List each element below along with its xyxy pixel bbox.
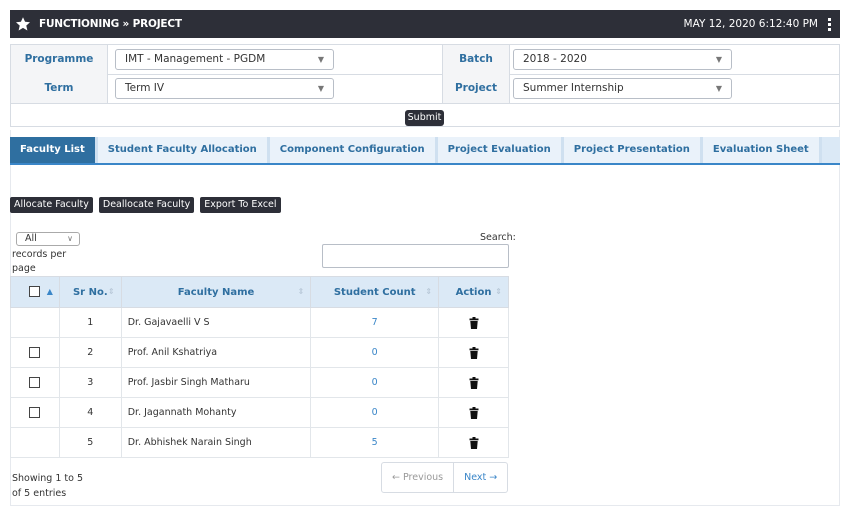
action-cell: [438, 337, 509, 368]
faculty-name-cell: Dr. Abhishek Narain Singh: [120, 427, 312, 458]
records-per-page-select[interactable]: All ∨: [16, 232, 80, 246]
row-select-cell: [10, 367, 60, 398]
pagination: ← Previous Next →: [381, 462, 509, 493]
student-count-link[interactable]: 0: [310, 397, 440, 428]
faculty-table: ▲ Sr No. ⇕ Faculty Name ⇕ Student Count ⇕ A…: [10, 276, 509, 458]
table-row: 4 Dr. Jagannath Mohanty 0: [10, 397, 509, 428]
table-info-text: Showing 1 to 5 of 5 entries: [12, 473, 84, 499]
row-select-cell: [10, 427, 60, 458]
chevron-down-icon: ∨: [67, 234, 73, 243]
deallocate-faculty-button[interactable]: Deallocate Faculty: [98, 197, 195, 213]
project-label: Project: [443, 74, 509, 103]
kebab-menu-icon[interactable]: [822, 15, 836, 33]
page-title: FUNCTIONING » PROJECT: [39, 18, 182, 30]
star-icon: [16, 17, 30, 31]
term-select[interactable]: Term IV ▼: [115, 78, 334, 99]
action-button-bar: Allocate Faculty Deallocate Faculty Expo…: [10, 197, 281, 213]
export-to-excel-button[interactable]: Export To Excel: [200, 197, 281, 213]
trash-icon[interactable]: [469, 376, 479, 389]
chevron-down-icon: ▼: [317, 84, 324, 93]
previous-page-button[interactable]: ← Previous: [382, 463, 455, 492]
student-count-link[interactable]: 7: [310, 307, 440, 338]
tab-component-configuration[interactable]: Component Configuration: [269, 137, 438, 163]
tab-evaluation-sheet[interactable]: Evaluation Sheet: [702, 137, 822, 163]
student-count-link[interactable]: 0: [310, 337, 440, 368]
table-row: 3 Prof. Jasbir Singh Matharu 0: [10, 367, 509, 398]
tab-project-evaluation[interactable]: Project Evaluation: [437, 137, 564, 163]
datetime-label: MAY 12, 2020 6:12:40 PM: [683, 18, 818, 30]
search-input[interactable]: [322, 244, 509, 268]
search-label: Search:: [480, 232, 516, 243]
tab-bar: Faculty List Student Faculty Allocation …: [10, 137, 840, 165]
action-cell: [438, 427, 509, 458]
select-all-checkbox[interactable]: [29, 286, 41, 298]
batch-label: Batch: [443, 45, 509, 74]
tab-project-presentation[interactable]: Project Presentation: [563, 137, 703, 163]
table-header-row: ▲ Sr No. ⇕ Faculty Name ⇕ Student Count ⇕ A…: [10, 276, 509, 308]
sort-icon: ⇕: [297, 287, 305, 296]
next-page-button[interactable]: Next →: [454, 463, 507, 492]
records-per-page-label: records per page: [12, 249, 67, 274]
trash-icon[interactable]: [469, 316, 479, 329]
row-select-cell: [10, 337, 60, 368]
column-faculty-name[interactable]: Faculty Name ⇕: [120, 276, 312, 308]
trash-icon[interactable]: [469, 346, 479, 359]
top-header-bar: FUNCTIONING » PROJECT MAY 12, 2020 6:12:…: [10, 10, 840, 38]
student-count-link[interactable]: 0: [310, 367, 440, 398]
row-checkbox[interactable]: [29, 407, 41, 418]
submit-button[interactable]: Submit: [405, 110, 444, 126]
faculty-name-cell: Prof. Jasbir Singh Matharu: [120, 367, 312, 398]
sort-icon: ⇕: [495, 287, 502, 296]
table-row: 1 Dr. Gajavaelli V S 7: [10, 307, 509, 338]
table-row: 5 Dr. Abhishek Narain Singh 5: [10, 427, 509, 458]
sr-no-cell: 3: [58, 367, 122, 398]
sr-no-cell: 1: [58, 307, 122, 338]
tab-faculty-list[interactable]: Faculty List: [10, 137, 98, 163]
project-select[interactable]: Summer Internship ▼: [513, 78, 732, 99]
select-all-header[interactable]: ▲: [10, 276, 60, 308]
row-select-cell: [10, 307, 60, 338]
sort-asc-icon: ▲: [46, 287, 53, 296]
column-sr-no[interactable]: Sr No. ⇕: [58, 276, 122, 308]
batch-select[interactable]: 2018 - 2020 ▼: [513, 49, 732, 70]
chevron-down-icon: ▼: [715, 55, 722, 64]
chevron-down-icon: ▼: [317, 55, 324, 64]
action-cell: [438, 367, 509, 398]
student-count-link[interactable]: 5: [310, 427, 440, 458]
tab-student-faculty-allocation[interactable]: Student Faculty Allocation: [97, 137, 270, 163]
table-row: 2 Prof. Anil Kshatriya 0: [10, 337, 509, 368]
programme-label: Programme: [11, 45, 107, 74]
sort-icon: ⇕: [108, 287, 115, 296]
faculty-name-cell: Prof. Anil Kshatriya: [120, 337, 312, 368]
sr-no-cell: 4: [58, 397, 122, 428]
sr-no-cell: 2: [58, 337, 122, 368]
column-student-count[interactable]: Student Count ⇕: [310, 276, 440, 308]
sort-icon: ⇕: [425, 287, 433, 296]
action-cell: [438, 307, 509, 338]
faculty-name-cell: Dr. Gajavaelli V S: [120, 307, 312, 338]
trash-icon[interactable]: [469, 406, 479, 419]
row-checkbox[interactable]: [29, 377, 41, 388]
row-checkbox[interactable]: [29, 347, 41, 358]
trash-icon[interactable]: [469, 436, 479, 449]
programme-select[interactable]: IMT - Management - PGDM ▼: [115, 49, 334, 70]
chevron-down-icon: ▼: [715, 84, 722, 93]
term-label: Term: [11, 74, 107, 103]
sr-no-cell: 5: [58, 427, 122, 458]
action-cell: [438, 397, 509, 428]
allocate-faculty-button[interactable]: Allocate Faculty: [10, 197, 93, 213]
row-select-cell: [10, 397, 60, 428]
faculty-name-cell: Dr. Jagannath Mohanty: [120, 397, 312, 428]
column-action[interactable]: Action ⇕: [438, 276, 509, 308]
